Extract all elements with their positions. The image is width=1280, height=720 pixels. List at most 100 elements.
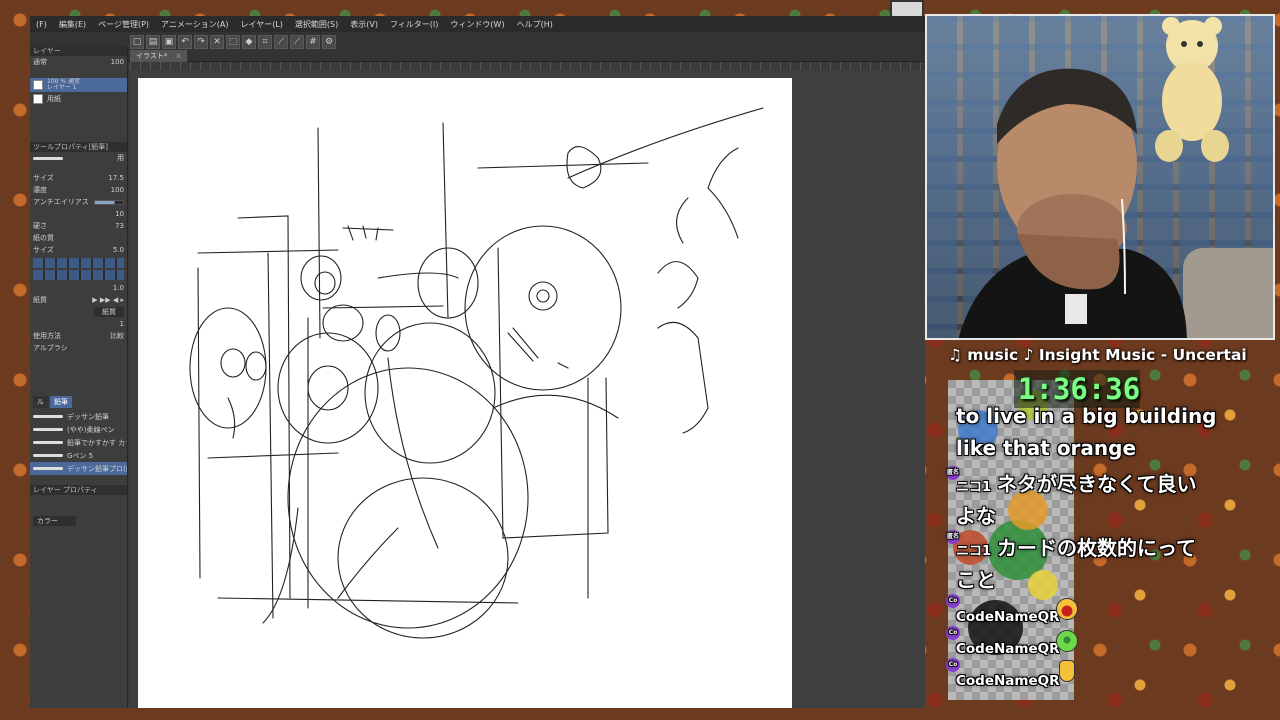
menu-selection[interactable]: 選択範囲(S): [289, 19, 344, 30]
chat-username: CodeNameQR: [956, 641, 1060, 657]
paper-button[interactable]: 紙質: [94, 307, 124, 317]
sketch-drawing: [189, 107, 764, 639]
menu-help[interactable]: ヘルプ(H): [511, 19, 559, 30]
blend-mode-row[interactable]: 通常 100: [30, 56, 127, 68]
prop-hardness[interactable]: 硬さ 73: [30, 220, 127, 232]
brush-item[interactable]: (やや)柔線ペン: [30, 423, 127, 436]
playback-row[interactable]: 紙質 ▶ ▶▶ ◀ ▸: [30, 294, 127, 306]
prop-row[interactable]: 1.0: [30, 282, 127, 294]
brush-name: (やや)柔線ペン: [67, 425, 115, 434]
chat-message: よな: [956, 504, 996, 528]
prop-value[interactable]: 100: [111, 186, 124, 194]
transform-icon[interactable]: ⬚: [226, 35, 240, 49]
layer-thumbnail: [33, 80, 43, 90]
new-file-icon[interactable]: ▢: [130, 35, 144, 49]
stream-timer: 1:36:36: [1014, 370, 1140, 408]
document-tab-label: イラスト*: [136, 52, 168, 60]
chat-text: カードの枚数的にって: [997, 536, 1197, 560]
grid-icon[interactable]: #: [306, 35, 320, 49]
color-select[interactable]: カラー: [33, 516, 76, 526]
thumbs-up-icon: [1059, 660, 1075, 682]
brush-preview-row: 用: [30, 152, 127, 164]
airbrush-label: アルブラシ: [33, 344, 68, 352]
brush-preview: [33, 156, 63, 160]
brush-item-active[interactable]: デッサン鉛筆プロ(細筆) 用: [30, 462, 127, 475]
paint-app-window: (F) 編集(E) ページ管理(P) アニメーション(A) レイヤー(L) 選択…: [30, 16, 925, 708]
layer-toolbar: [30, 68, 127, 78]
brush-item[interactable]: Gペン 5: [30, 449, 127, 462]
prop-texture-size[interactable]: サイズ 5.0: [30, 244, 127, 256]
menu-page[interactable]: ページ管理(P): [92, 19, 155, 30]
apply-method-select[interactable]: 比較: [110, 331, 124, 341]
settings-icon[interactable]: ⚙: [322, 35, 336, 49]
brush-stroke-preview: [33, 454, 63, 457]
close-icon[interactable]: ×: [176, 52, 182, 60]
prop-value[interactable]: 73: [115, 222, 124, 230]
prop-size[interactable]: サイズ 17.5: [30, 172, 127, 184]
menu-bar: (F) 編集(E) ページ管理(P) アニメーション(A) レイヤー(L) 選択…: [30, 16, 925, 32]
prop-label: 濃度: [33, 186, 47, 194]
layer-opacity-value[interactable]: 100: [111, 58, 124, 66]
fill-icon[interactable]: ◆: [242, 35, 256, 49]
document-tab[interactable]: イラスト* ×: [130, 50, 188, 62]
chat-user-prefix: ニコ1: [956, 544, 992, 559]
prop-value[interactable]: 1: [120, 320, 124, 328]
undo-icon[interactable]: ↶: [178, 35, 192, 49]
prop-label: サイズ: [33, 246, 54, 254]
open-file-icon[interactable]: ▤: [146, 35, 160, 49]
layer-item[interactable]: 用紙: [30, 92, 127, 106]
canvas-area[interactable]: [130, 70, 925, 708]
menu-window[interactable]: ウィンドウ(W): [444, 19, 510, 30]
apply-method-row[interactable]: 使用方法 比較: [30, 330, 127, 342]
chat-message: こと: [956, 568, 996, 592]
save-icon[interactable]: ▣: [162, 35, 176, 49]
perspective-icon[interactable]: ⟋: [290, 35, 304, 49]
blend-mode-select[interactable]: 通常: [33, 57, 47, 67]
sub-tool-tab[interactable]: ル: [33, 396, 48, 408]
prop-value[interactable]: 17.5: [108, 174, 124, 182]
prop-row[interactable]: 1: [30, 318, 127, 330]
clear-icon[interactable]: ✕: [210, 35, 224, 49]
menu-filter[interactable]: フィルター(I): [384, 19, 444, 30]
prop-value[interactable]: 5.0: [113, 246, 124, 254]
layer-name: 用紙: [47, 95, 61, 103]
menu-view[interactable]: 表示(V): [344, 19, 384, 30]
user-badge: Co: [946, 626, 960, 640]
prop-row[interactable]: 10: [30, 208, 127, 220]
brush-name: Gペン 5: [67, 451, 94, 460]
snap-icon[interactable]: ⌗: [258, 35, 272, 49]
prop-value[interactable]: 10: [115, 210, 124, 218]
prop-texture[interactable]: 紙の質: [30, 232, 127, 244]
menu-layer[interactable]: レイヤー(L): [234, 19, 288, 30]
texture-contrast-strip[interactable]: [33, 270, 124, 280]
prop-antialias[interactable]: アンチエイリアス: [30, 196, 127, 208]
chat-user-prefix: ニコ1: [956, 480, 992, 495]
ruler-icon[interactable]: ⟋: [274, 35, 288, 49]
color-row[interactable]: カラー: [30, 515, 127, 527]
redo-icon[interactable]: ↷: [194, 35, 208, 49]
layer-item[interactable]: 100 % 通常 レイヤー 1: [30, 78, 127, 92]
drawing-canvas[interactable]: [138, 78, 792, 708]
prop-value[interactable]: 1.0: [113, 284, 124, 292]
paper-label: 紙質: [33, 296, 47, 304]
menu-animation[interactable]: アニメーション(A): [155, 19, 234, 30]
green-face-icon: [1056, 630, 1078, 652]
brush-item[interactable]: 鉛筆でかすかす カラー: [30, 436, 127, 449]
chat-message: to live in a big building: [956, 404, 1217, 428]
layer-name: 100 % 通常 レイヤー 1: [47, 78, 80, 91]
prop-label: サイズ: [33, 174, 54, 182]
antialias-slider[interactable]: [94, 199, 124, 205]
playback-icon[interactable]: ▶ ▶▶ ◀ ▸: [92, 296, 124, 304]
brush-name: デッサン鉛筆: [67, 412, 109, 421]
paper-button-row[interactable]: 紙質: [30, 306, 127, 318]
brush-stroke-preview: [33, 428, 63, 431]
menu-edit[interactable]: 編集(E): [53, 19, 92, 30]
brush-item[interactable]: デッサン鉛筆: [30, 410, 127, 423]
texture-density-strip[interactable]: [33, 258, 124, 268]
prop-density[interactable]: 濃度 100: [30, 184, 127, 196]
sub-tool-tab-pencil[interactable]: 鉛筆: [50, 396, 72, 408]
menu-file[interactable]: (F): [30, 20, 53, 29]
layer-thumbnail: [33, 94, 43, 104]
chat-message: Co CodeNameQR: [946, 626, 1078, 658]
user-badge: Co: [946, 658, 960, 672]
